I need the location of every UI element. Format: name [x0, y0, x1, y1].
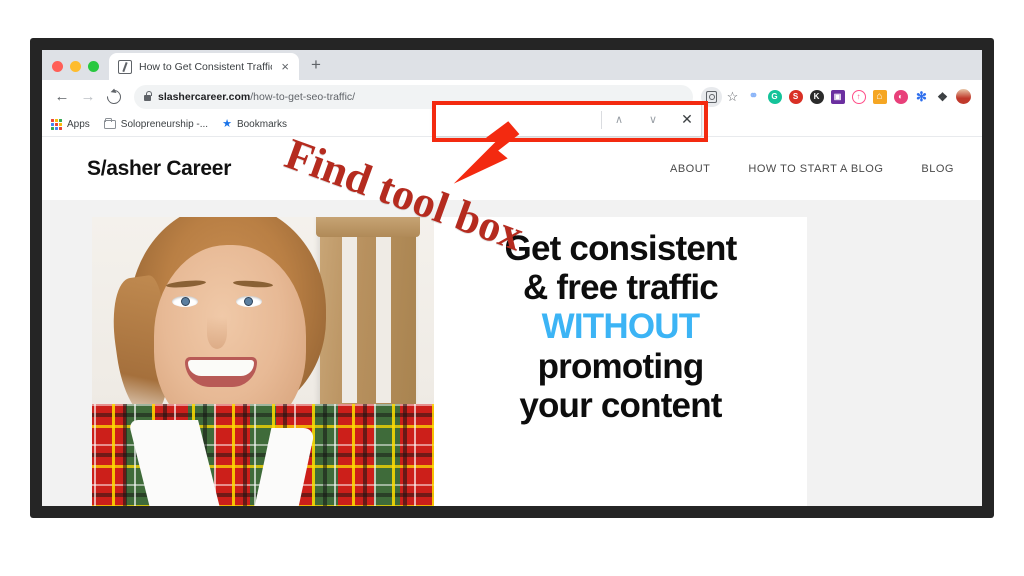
annotation-arrow — [453, 121, 520, 184]
back-button[interactable]: ← — [50, 85, 74, 109]
star-icon: ★ — [222, 118, 232, 130]
new-tab-button[interactable]: + — [299, 56, 333, 80]
hero-line-2: & free traffic — [523, 268, 719, 308]
puzzle-extensions-icon: ❖ — [937, 89, 948, 104]
photo-pupil-right — [244, 297, 253, 306]
reader-chip — [701, 86, 722, 107]
photo-nose — [207, 317, 227, 349]
close-window-button[interactable] — [52, 61, 63, 72]
find-close-button[interactable]: ✕ — [670, 103, 704, 136]
hero-text: Get consistent & free traffic WITHOUT pr… — [434, 217, 807, 506]
secure-lock-icon — [144, 90, 152, 101]
nav-item-about[interactable]: ABOUT — [670, 163, 710, 175]
url-domain: slashercareer.com — [158, 90, 251, 103]
extension-icon-8[interactable]: ◐ — [890, 86, 911, 107]
purple-box-extension-icon: ▣ — [830, 89, 845, 104]
gear-extension-icon: ✻ — [916, 89, 927, 104]
extension-icon-1[interactable]: ⚭ — [743, 86, 764, 107]
extension-icon-4[interactable]: K — [806, 86, 827, 107]
forward-button[interactable]: → — [76, 85, 100, 109]
site-logo[interactable]: S/asher Career — [87, 157, 231, 181]
device-frame: How to Get Consistent Traffic | × + ← → … — [30, 38, 994, 518]
window-controls — [42, 61, 109, 80]
bookmark-folder-label: Solopreneurship -... — [120, 119, 209, 130]
pink-circle-extension-icon: ◐ — [893, 89, 908, 104]
minimize-window-button[interactable] — [70, 61, 81, 72]
toolbar-icons: ☆ ⚭ G S K ▣ ↑ ⌂ ◐ ✻ ❖ — [701, 86, 974, 107]
upload-circle-extension-icon: ↑ — [851, 89, 866, 104]
folder-icon — [103, 118, 116, 129]
page-viewport: S/asher Career ABOUT HOW TO START A BLOG… — [42, 137, 982, 506]
site-nav-menu: ABOUT HOW TO START A BLOG BLOG — [670, 163, 954, 175]
tab-title: How to Get Consistent Traffic | — [139, 60, 273, 73]
extension-icon-9[interactable]: ✻ — [911, 86, 932, 107]
avatar-image — [956, 89, 971, 104]
bookmark-bookmarks-label: Bookmarks — [236, 119, 287, 130]
tab-favicon-icon — [118, 59, 132, 74]
reader-mode-button[interactable] — [701, 86, 722, 107]
hero-line-4: promoting — [537, 346, 705, 386]
tab-strip: How to Get Consistent Traffic | × + — [42, 50, 982, 80]
apps-grid-icon — [51, 119, 62, 130]
photo-teeth — [188, 360, 254, 376]
find-previous-button[interactable]: ∧ — [602, 103, 636, 136]
url-path: /how-to-get-seo-traffic/ — [250, 90, 356, 103]
bookmark-folder[interactable]: Solopreneurship -... — [103, 118, 209, 130]
nav-item-blog[interactable]: BLOG — [921, 163, 954, 175]
screenshot-stage: How to Get Consistent Traffic | × + ← → … — [0, 0, 1024, 576]
url-text: slashercareer.com/how-to-get-seo-traffic… — [158, 91, 355, 103]
photo-smile — [185, 357, 257, 387]
bookmark-apps-label: Apps — [67, 119, 90, 130]
bookmark-bookmarks[interactable]: ★ Bookmarks — [222, 118, 287, 131]
photo-pupil-left — [181, 297, 190, 306]
link-extension-icon: ⚭ — [748, 90, 759, 102]
extension-icon-3[interactable]: S — [785, 86, 806, 107]
bookmark-apps[interactable]: Apps — [51, 119, 90, 130]
seo-extension-icon: S — [788, 89, 803, 104]
hero-photo — [92, 217, 434, 506]
maximize-window-button[interactable] — [88, 61, 99, 72]
star-icon: ☆ — [726, 89, 739, 104]
extension-icon-5[interactable]: ▣ — [827, 86, 848, 107]
profile-avatar[interactable] — [953, 86, 974, 107]
reload-button[interactable] — [102, 85, 126, 109]
hero-line-3: WITHOUT — [541, 307, 701, 347]
extension-icon-6[interactable]: ↑ — [848, 86, 869, 107]
find-next-button[interactable]: ∨ — [636, 103, 670, 136]
reader-icon — [706, 90, 717, 103]
nav-item-how-to-start-a-blog[interactable]: HOW TO START A BLOG — [748, 163, 883, 175]
k-extension-icon: K — [809, 89, 824, 104]
hero-card: Get consistent & free traffic WITHOUT pr… — [92, 217, 807, 506]
bookmark-star-button[interactable]: ☆ — [722, 86, 743, 107]
browser-tab[interactable]: How to Get Consistent Traffic | × — [109, 53, 299, 80]
extension-icon-2[interactable]: G — [764, 86, 785, 107]
extension-icon-7[interactable]: ⌂ — [869, 86, 890, 107]
hero-line-5: your content — [519, 385, 722, 425]
extensions-menu-button[interactable]: ❖ — [932, 86, 953, 107]
grammarly-extension-icon: G — [767, 89, 782, 104]
home-extension-icon: ⌂ — [872, 89, 887, 104]
tab-close-icon[interactable]: × — [279, 60, 291, 73]
reload-icon — [104, 86, 124, 107]
